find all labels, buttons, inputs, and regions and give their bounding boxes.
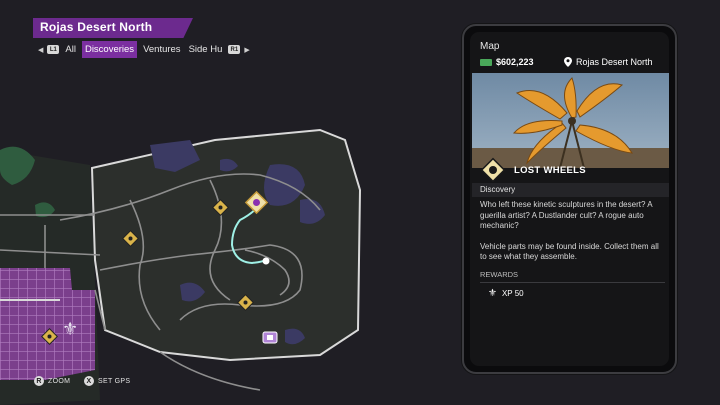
fleur-de-lis-icon: ⚜ [62, 319, 78, 340]
description-paragraph: Vehicle parts may be found inside. Colle… [480, 241, 659, 262]
phone-screen: Map $602,223 Rojas Desert North LOST WHE… [470, 32, 669, 366]
cash-display: $602,223 [480, 57, 534, 67]
cash-icon [480, 58, 492, 66]
chevron-right-icon: ▶ [244, 46, 250, 54]
kinetic-sculpture-image [472, 73, 669, 168]
location-pin-icon [564, 57, 572, 67]
shop-marker-icon[interactable] [262, 331, 278, 344]
rewards-divider [480, 282, 665, 283]
right-stick-button-icon: R [34, 376, 44, 386]
description-paragraph: Who left these kinetic sculptures in the… [480, 200, 653, 230]
activity-photo [472, 73, 669, 168]
zoom-hint[interactable]: R ZOOM [34, 376, 70, 386]
filter-tabs: ◀ L1 All Discoveries Ventures Side Hu R1… [38, 41, 250, 58]
tab-discoveries[interactable]: Discoveries [81, 41, 138, 58]
fleur-de-lis-icon: ⚜ [488, 288, 497, 299]
activity-category: Discovery [480, 185, 516, 194]
reward-item: ⚜ XP 50 [488, 288, 524, 299]
map-screen: ⚜ Rojas Desert North ◀ L1 All Discoverie… [0, 0, 720, 405]
region-title: Rojas Desert North [40, 20, 153, 34]
svg-text:⚜: ⚜ [62, 319, 78, 340]
reward-value: XP 50 [501, 289, 524, 298]
player-location-icon [262, 257, 270, 265]
activity-header: LOST WHEELS [480, 157, 586, 183]
bumper-right-button[interactable]: R1 [228, 45, 241, 54]
app-title: Map [480, 41, 500, 52]
location-display: Rojas Desert North [564, 57, 653, 67]
activity-description: Who left these kinetic sculptures in the… [480, 200, 665, 263]
cross-button-icon: X [84, 376, 94, 386]
tab-ventures[interactable]: Ventures [141, 42, 183, 57]
cash-amount: $602,223 [496, 57, 534, 67]
phone-panel: Map $602,223 Rojas Desert North LOST WHE… [462, 24, 677, 374]
chevron-left-icon: ◀ [38, 46, 44, 54]
tab-side-hustles[interactable]: Side Hu [187, 42, 225, 57]
bumper-left-button[interactable]: L1 [47, 45, 60, 54]
set-gps-hint[interactable]: X SET GPS [84, 376, 130, 386]
lost-wheels-badge-icon [480, 157, 506, 183]
set-gps-label: SET GPS [98, 377, 131, 385]
rewards-label: REWARDS [480, 270, 519, 279]
location-name: Rojas Desert North [576, 57, 653, 67]
activity-name: LOST WHEELS [514, 164, 586, 176]
tab-all[interactable]: All [63, 42, 78, 57]
zoom-label: ZOOM [48, 377, 71, 385]
